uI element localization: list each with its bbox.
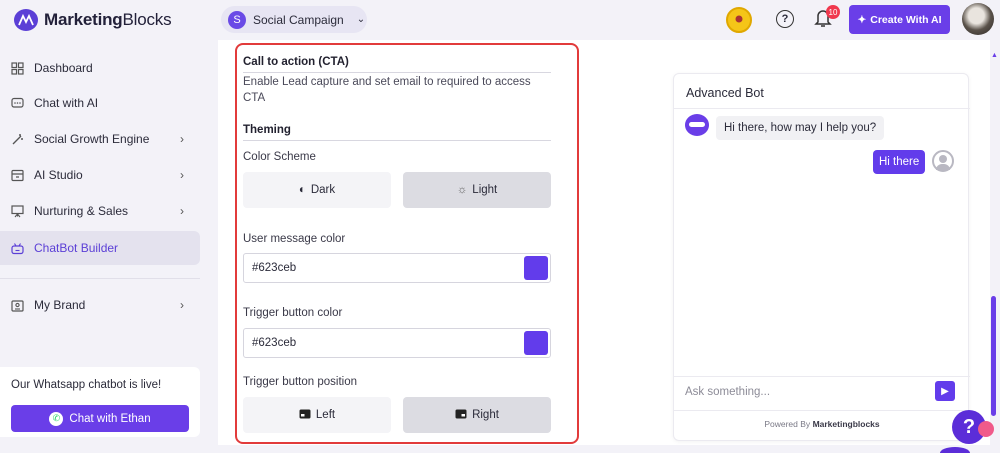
notification-count: 10	[826, 5, 840, 19]
sidebar: Dashboard Chat with AI Social Growth Eng…	[0, 40, 206, 453]
brand-logo[interactable]: MarketingBlocks	[14, 9, 172, 31]
chat-icon	[10, 96, 24, 110]
window-left-icon	[299, 409, 311, 422]
sidebar-item-label: Chat with AI	[34, 96, 99, 110]
sidebar-item-label: Dashboard	[34, 61, 93, 75]
notification-bell-icon[interactable]: 10	[814, 5, 840, 30]
campaign-initial: S	[228, 10, 246, 29]
user-avatar-icon	[932, 150, 954, 172]
presentation-icon	[10, 204, 24, 218]
preview-divider	[674, 376, 970, 377]
campaign-selector[interactable]: S Social Campaign ⌄	[221, 6, 367, 33]
ask-input[interactable]: Ask something...	[685, 386, 770, 398]
sidebar-item-label: Social Growth Engine	[34, 132, 150, 146]
logo-mark-icon	[14, 9, 38, 31]
user-message-color-label: User message color	[243, 233, 346, 245]
preview-title: Advanced Bot	[686, 86, 764, 100]
window-right-icon	[455, 409, 467, 422]
section-divider	[243, 140, 551, 141]
powered-by-text: Powered By Marketingblocks	[764, 419, 880, 429]
sidebar-item-nurturing-sales[interactable]: Nurturing & Sales ›	[0, 194, 200, 228]
preview-divider	[674, 410, 970, 411]
chevron-down-icon: ⌄	[356, 14, 366, 25]
theming-section-title: Theming	[243, 124, 291, 136]
top-bar: MarketingBlocks S Social Campaign ⌄ ? 10…	[0, 0, 1000, 40]
send-icon[interactable]: ▶	[935, 381, 955, 401]
chatbot-preview: Advanced Bot Hi there, how may I help yo…	[673, 73, 970, 441]
half-circle-icon: ◐	[298, 184, 306, 196]
chevron-right-icon: ›	[180, 204, 184, 218]
chevron-right-icon: ›	[180, 298, 184, 312]
color-scheme-label: Color Scheme	[243, 151, 316, 163]
user-message-color-swatch[interactable]	[524, 256, 548, 280]
chat-with-ethan-button[interactable]: ✆ Chat with Ethan	[11, 405, 189, 432]
help-icon[interactable]: ?	[776, 10, 794, 28]
cta-section-title: Call to action (CTA)	[243, 56, 349, 68]
grid-icon	[10, 61, 24, 75]
sidebar-item-chat-with-ai[interactable]: Chat with AI	[0, 86, 200, 120]
trigger-button-color-swatch[interactable]	[524, 331, 548, 355]
user-avatar[interactable]	[962, 3, 994, 35]
magic-wand-icon: ✦	[857, 13, 867, 26]
magic-wand-icon	[10, 132, 24, 146]
sidebar-item-social-growth-engine[interactable]: Social Growth Engine ›	[0, 122, 200, 156]
campaign-name: Social Campaign	[253, 12, 344, 27]
award-badge-icon[interactable]	[726, 7, 752, 33]
sun-icon: ☼	[456, 184, 468, 196]
position-right-option[interactable]: Right	[403, 397, 551, 433]
trigger-position-label: Trigger button position	[243, 376, 358, 388]
brand-name: MarketingBlocks	[44, 10, 172, 29]
scrollbar-thumb[interactable]	[991, 296, 996, 416]
user-message-color-input[interactable]: #623ceb	[243, 253, 551, 283]
sidebar-item-label: Nurturing & Sales	[34, 204, 129, 218]
sidebar-item-dashboard[interactable]: Dashboard	[0, 51, 200, 85]
scheme-light-option[interactable]: ☼ Light	[403, 172, 551, 208]
trigger-button-color-label: Trigger button color	[243, 307, 343, 319]
whatsapp-card-text: Our Whatsapp chatbot is live!	[11, 379, 162, 391]
bot-icon	[10, 241, 24, 255]
position-left-option[interactable]: Left	[243, 397, 391, 433]
sidebar-item-chatbot-builder[interactable]: ChatBot Builder	[0, 231, 200, 265]
sidebar-item-label: ChatBot Builder	[34, 241, 119, 255]
id-card-icon	[10, 298, 24, 312]
chat-trigger-button[interactable]	[940, 447, 970, 453]
cta-description: Enable Lead capture and set email to req…	[243, 76, 531, 104]
create-with-ai-button[interactable]: ✦ Create With AI	[849, 5, 950, 34]
sidebar-divider	[0, 278, 200, 279]
bot-avatar-icon	[685, 114, 709, 136]
preview-divider	[674, 108, 970, 109]
chatbot-settings-panel: Call to action (CTA) Enable Lead capture…	[235, 43, 579, 444]
brain-icon	[978, 421, 994, 437]
whatsapp-card: Our Whatsapp chatbot is live! ✆ Chat wit…	[0, 367, 200, 437]
sidebar-item-label: My Brand	[34, 298, 86, 312]
user-message: Hi there	[873, 150, 926, 174]
scheme-dark-option[interactable]: ◐ Dark	[243, 172, 391, 208]
sidebar-item-ai-studio[interactable]: AI Studio ›	[0, 158, 200, 192]
whatsapp-icon: ✆	[49, 411, 64, 426]
chevron-right-icon: ›	[180, 168, 184, 182]
scroll-up-arrow-icon[interactable]: ▲	[991, 52, 998, 59]
sidebar-item-label: AI Studio	[34, 168, 83, 182]
section-divider	[243, 72, 551, 73]
inbox-icon	[10, 168, 24, 182]
trigger-button-color-input[interactable]: #623ceb	[243, 328, 551, 358]
sidebar-item-my-brand[interactable]: My Brand ›	[0, 288, 200, 322]
bot-message: Hi there, how may I help you?	[716, 116, 885, 140]
chevron-right-icon: ›	[180, 132, 184, 146]
